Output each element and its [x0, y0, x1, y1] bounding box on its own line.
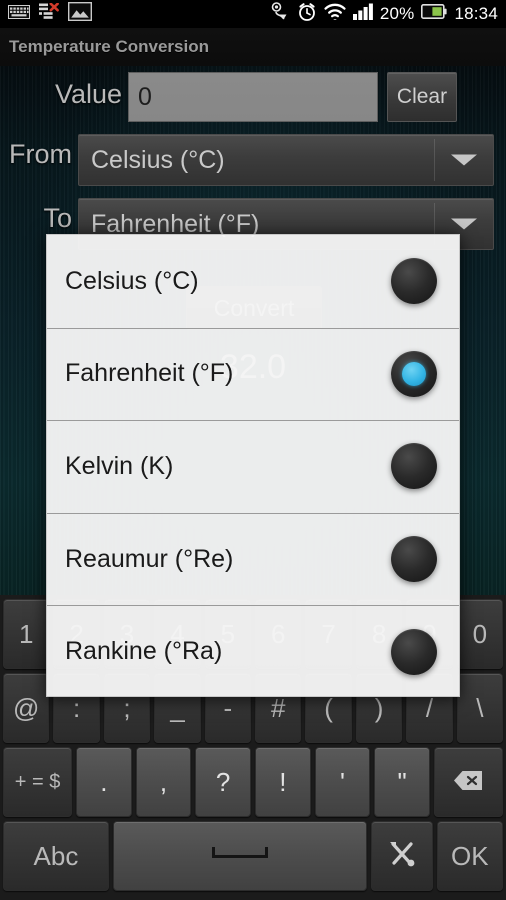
keyboard-row-bottom: Abc OK — [3, 821, 503, 891]
phone-screen: 20% 18:34 Temperature Conversion Value 0… — [0, 0, 506, 900]
key-1[interactable]: 1 — [3, 599, 50, 669]
from-label: From — [9, 138, 72, 169]
to-label: To — [43, 202, 72, 233]
value-input[interactable]: 0 — [128, 72, 378, 122]
alarm-clock-icon — [297, 2, 317, 27]
keyboard-settings-key[interactable] — [371, 821, 433, 891]
tools-icon — [386, 838, 418, 875]
signal-bars-icon — [352, 3, 373, 25]
app-title-bar: Temperature Conversion — [0, 28, 506, 66]
from-unit-spinner[interactable]: Celsius (°C) — [78, 134, 494, 186]
ok-key[interactable]: OK — [436, 821, 503, 891]
key-apostrophe[interactable]: ' — [314, 747, 371, 817]
dialog-option-fahrenheit[interactable]: Fahrenheit (°F) — [47, 327, 459, 421]
key-comma[interactable]: , — [135, 747, 192, 817]
wifi-icon — [324, 3, 346, 25]
backspace-icon — [453, 767, 483, 798]
key-abc-mode[interactable]: Abc — [3, 821, 109, 891]
status-bar-left-icons — [8, 0, 93, 28]
picture-icon — [67, 1, 93, 26]
battery-percent-label: 20% — [379, 4, 415, 23]
backspace-key[interactable] — [433, 747, 503, 817]
space-key[interactable] — [112, 821, 368, 891]
value-row: Value 0 Clear — [0, 66, 506, 122]
dialog-option-celsius[interactable]: Celsius (°C) — [47, 235, 459, 328]
key-period[interactable]: . — [76, 747, 132, 817]
status-bar-right-icons: 20% 18:34 — [270, 0, 498, 28]
keyboard-icon — [8, 4, 30, 24]
conversion-form: Value 0 Clear From Celsius (°C) To Fahre… — [0, 66, 506, 250]
dialog-option-reaumur[interactable]: Reaumur (°Re) — [47, 512, 459, 606]
key-symbols-toggle[interactable]: + = $ — [3, 747, 73, 817]
list-error-icon — [39, 2, 59, 25]
dialog-option-kelvin[interactable]: Kelvin (K) — [47, 420, 459, 513]
value-label: Value — [54, 78, 122, 109]
key-at[interactable]: @ — [3, 673, 50, 743]
clear-button[interactable]: Clear — [387, 72, 457, 122]
key-0[interactable]: 0 — [456, 599, 504, 669]
page-title: Temperature Conversion — [9, 37, 209, 56]
dialog-option-label: Kelvin (K) — [65, 451, 174, 480]
dialog-option-label: Celsius (°C) — [65, 266, 199, 295]
chevron-down-icon — [451, 218, 477, 230]
radio-button-icon[interactable] — [391, 628, 437, 675]
radio-button-icon-selected[interactable] — [391, 350, 437, 397]
radio-button-icon[interactable] — [391, 536, 437, 583]
dialog-option-rankine[interactable]: Rankine (°Ra) — [47, 605, 459, 696]
space-bar-icon — [212, 846, 269, 858]
key-quote[interactable]: " — [374, 747, 430, 817]
chevron-down-icon — [451, 154, 477, 166]
radio-button-icon[interactable] — [391, 443, 437, 490]
status-bar: 20% 18:34 — [0, 0, 506, 28]
dialog-option-label: Reaumur (°Re) — [65, 544, 234, 573]
battery-icon — [421, 4, 448, 24]
keyboard-row-punctuation: + = $ . , ? ! ' " — [3, 747, 503, 817]
key-question[interactable]: ? — [195, 747, 251, 817]
from-row: From Celsius (°C) — [0, 122, 506, 186]
key-backslash[interactable]: \ — [456, 673, 504, 743]
key-exclamation[interactable]: ! — [254, 747, 311, 817]
sync-icon — [270, 1, 290, 27]
unit-picker-dialog: Celsius (°C) Fahrenheit (°F) Kelvin (K) … — [46, 234, 460, 697]
dialog-option-label: Fahrenheit (°F) — [65, 359, 234, 388]
from-unit-value: Celsius (°C) — [91, 145, 225, 174]
clock-label: 18:34 — [454, 4, 498, 23]
radio-button-icon[interactable] — [391, 258, 437, 305]
spinner-divider — [434, 139, 435, 181]
dialog-option-label: Rankine (°Ra) — [65, 637, 223, 666]
